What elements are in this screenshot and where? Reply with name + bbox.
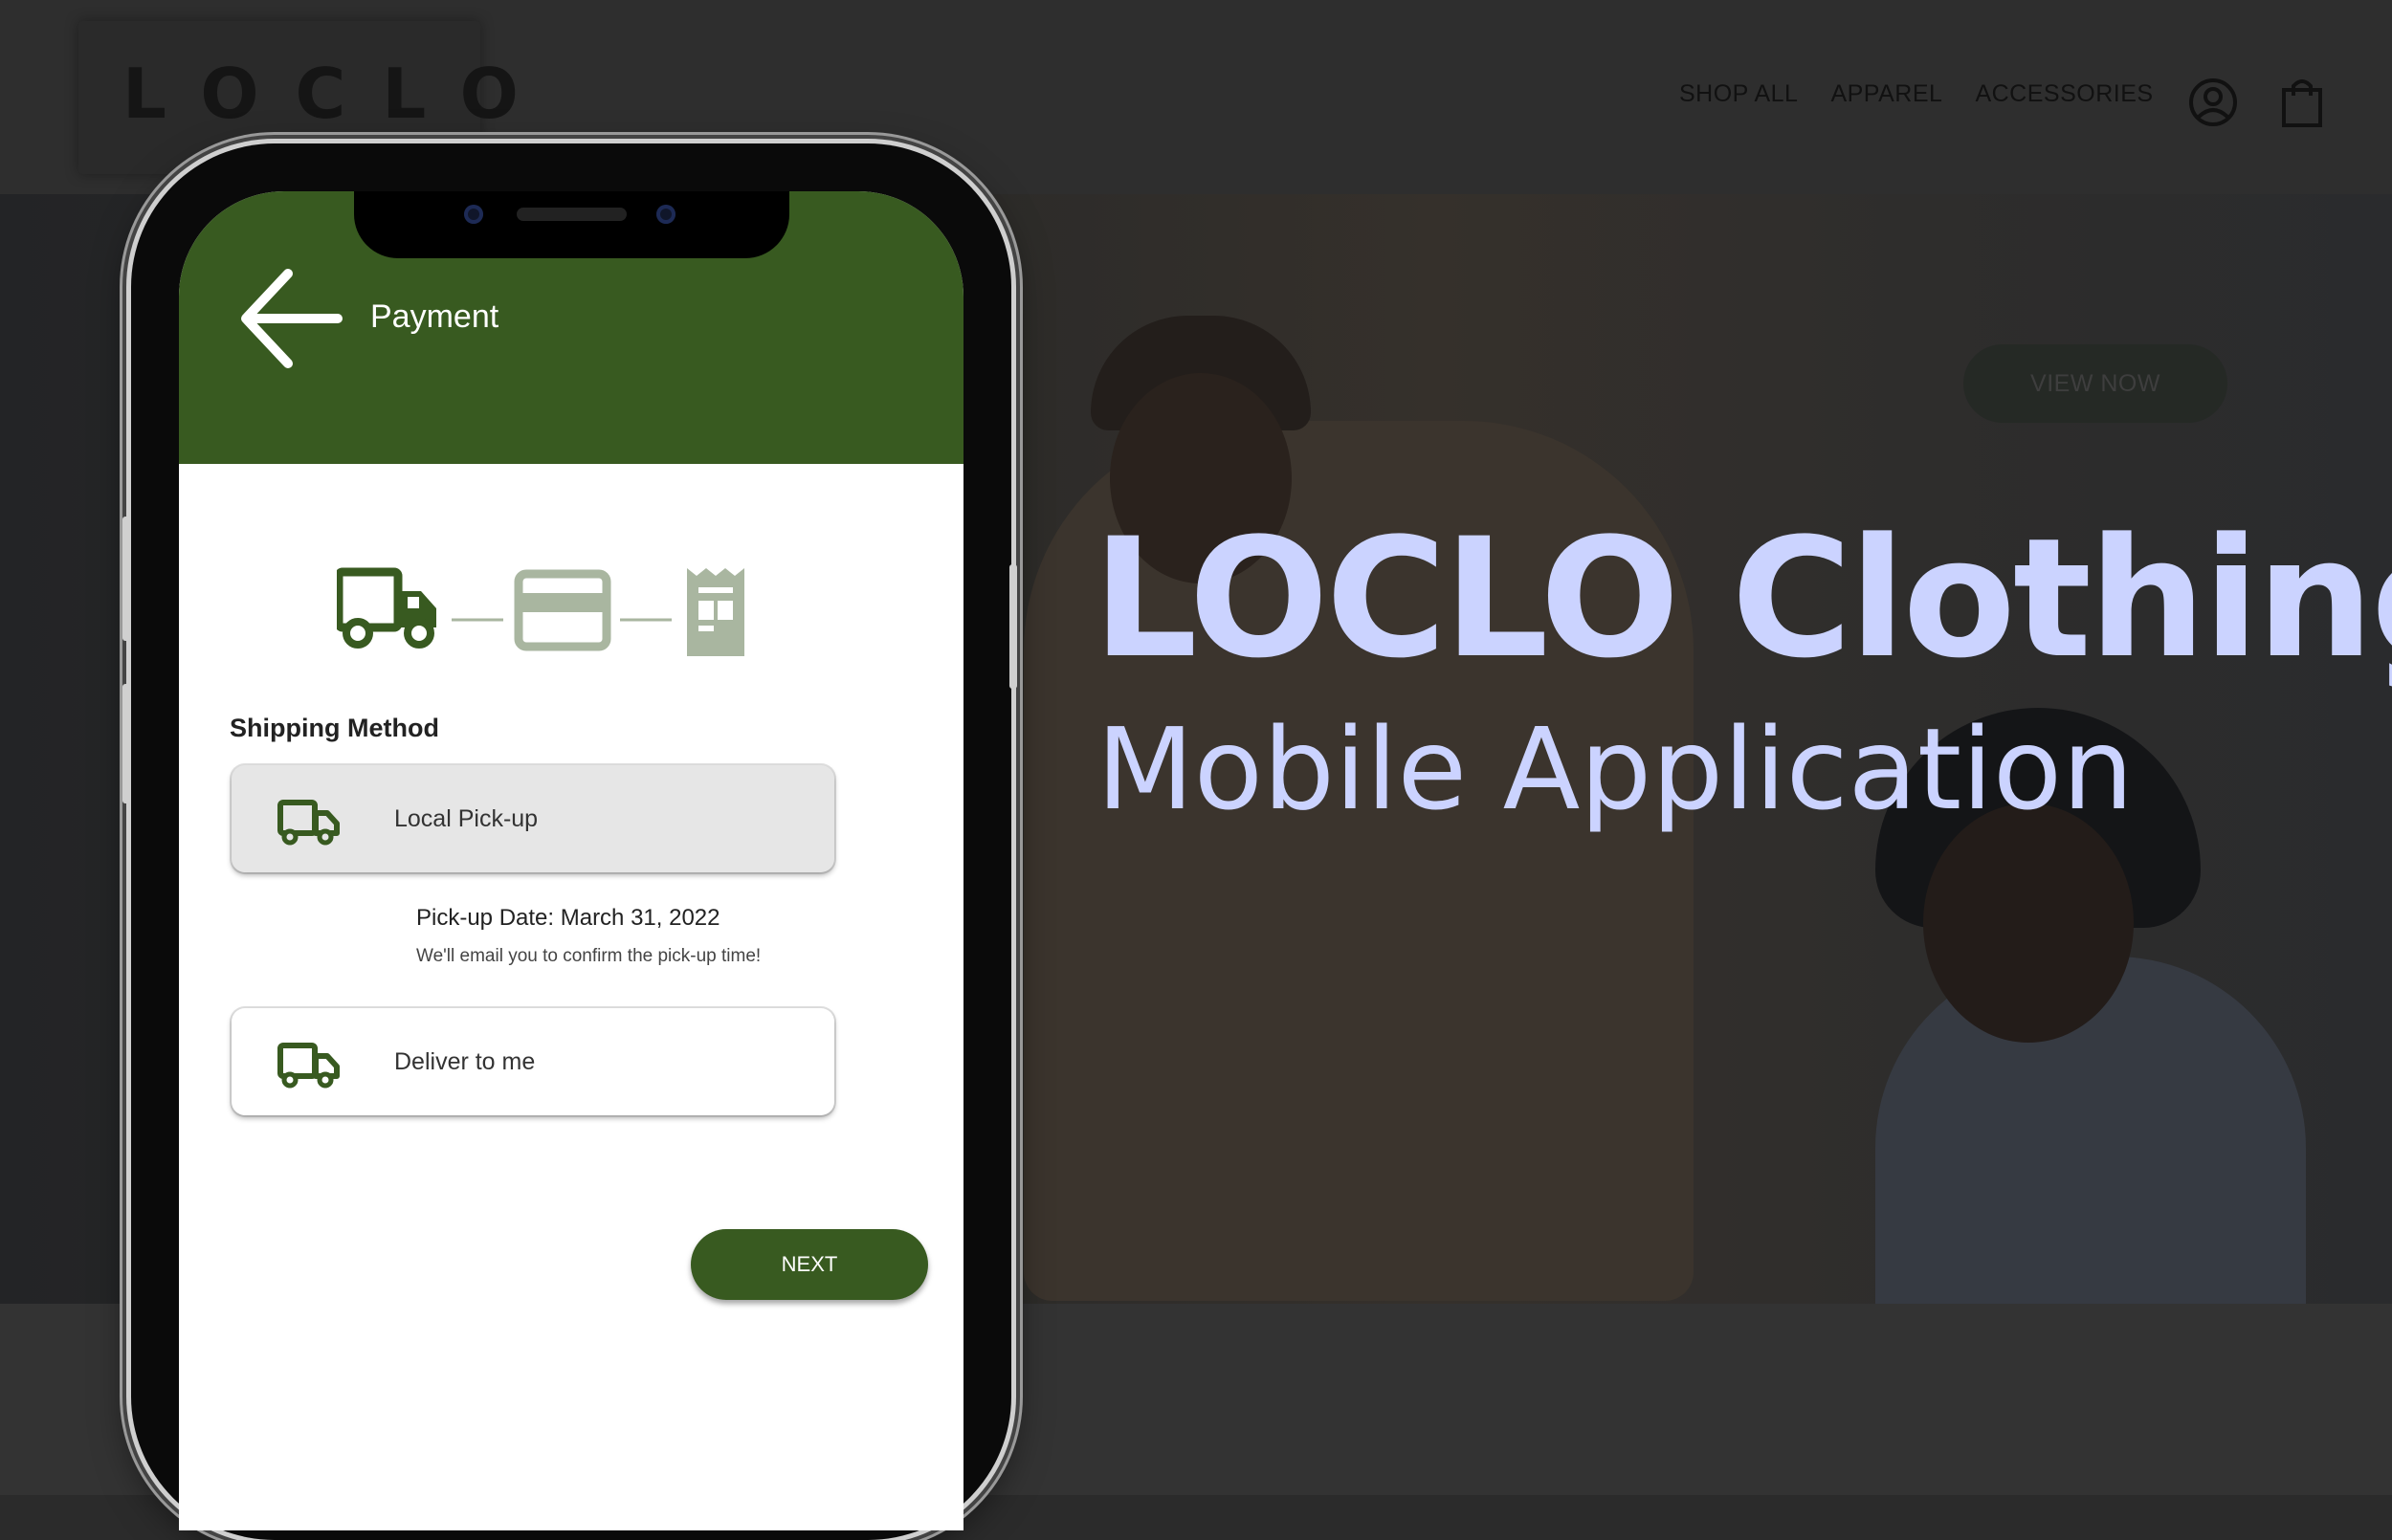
headline-subtitle: Mobile Application [1096, 703, 2134, 835]
option-local-pickup[interactable]: Local Pick-up [232, 765, 834, 872]
credit-card-icon [514, 569, 611, 651]
shopping-bag-icon[interactable] [2281, 77, 2323, 128]
power-button [1009, 564, 1017, 689]
back-arrow-icon[interactable] [238, 266, 343, 371]
pickup-note: We'll email you to confirm the pick-up t… [416, 946, 762, 966]
page-title: Payment [370, 298, 499, 335]
front-camera [464, 205, 483, 224]
truck-icon [277, 1043, 340, 1089]
volume-up-button [122, 517, 130, 641]
option-deliver-to-me[interactable]: Deliver to me [232, 1008, 834, 1115]
phone-screen: Payment Shipping Method Local Pick-up Pi… [179, 191, 963, 1530]
shipping-method-label: Shipping Method [230, 714, 439, 742]
truck-icon [337, 567, 436, 649]
site-logo[interactable]: LOCLO [122, 54, 555, 134]
next-button[interactable]: NEXT [691, 1229, 928, 1300]
volume-down-button [122, 684, 130, 803]
face-sensor [656, 205, 676, 224]
phone-speaker [517, 208, 627, 221]
account-icon[interactable] [2187, 77, 2239, 128]
nav-apparel[interactable]: APPAREL [1830, 80, 1942, 108]
option-label: Local Pick-up [394, 805, 539, 832]
truck-icon [277, 800, 340, 846]
option-label: Deliver to me [394, 1048, 536, 1075]
view-now-button[interactable]: VIEW NOW [1963, 344, 2227, 423]
nav-accessories[interactable]: ACCESSORIES [1975, 80, 2153, 108]
model-image [1923, 803, 2134, 1043]
site-nav: SHOP ALL APPAREL ACCESSORIES [1679, 80, 2154, 108]
checkout-steps [337, 567, 744, 656]
headline-title: LOCLO Clothing [1093, 502, 2392, 694]
phone-notch [354, 191, 789, 258]
receipt-icon [687, 568, 744, 656]
pickup-date: Pick-up Date: March 31, 2022 [416, 905, 720, 931]
nav-shop-all[interactable]: SHOP ALL [1679, 80, 1798, 108]
